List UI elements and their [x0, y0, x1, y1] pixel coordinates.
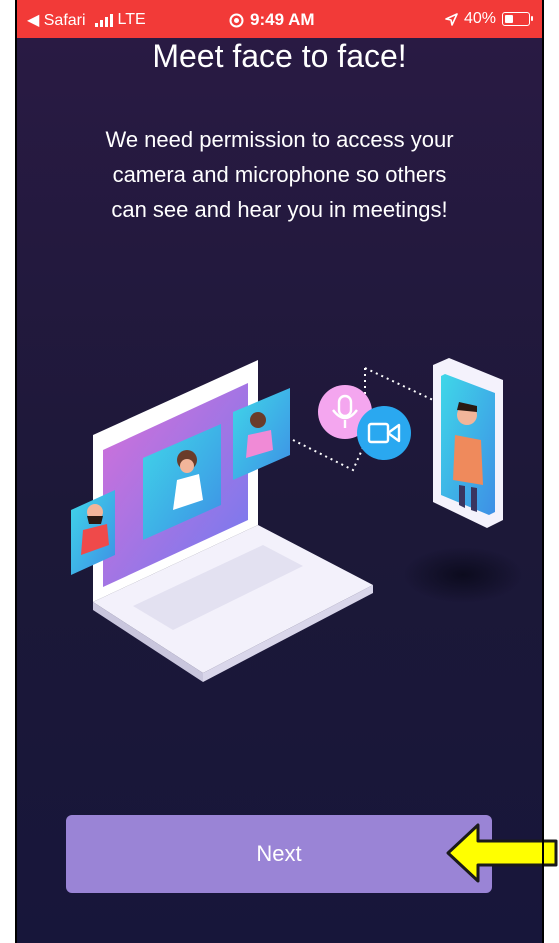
- phone-shadow: [403, 547, 523, 603]
- description-line: We need permission to access your: [105, 127, 454, 152]
- description-line: camera and microphone so others: [112, 162, 447, 187]
- status-left[interactable]: ◀ Safari LTE: [27, 10, 146, 30]
- meeting-illustration: [71, 358, 523, 682]
- status-bar: ◀ Safari LTE 9:49 AM 40%: [15, 0, 544, 38]
- description-line: can see and hear you in meetings!: [111, 197, 448, 222]
- page-title: Meet face to face!: [152, 38, 407, 74]
- next-button[interactable]: Next: [66, 815, 492, 893]
- network-type: LTE: [117, 11, 146, 28]
- arrow-pointer-icon: [446, 823, 558, 883]
- battery-percent: 40%: [463, 10, 496, 27]
- clock-icon: [229, 13, 244, 27]
- permission-description: We need permission to access your camera…: [65, 122, 494, 227]
- back-to-safari[interactable]: ◀ Safari: [27, 10, 86, 30]
- phone-screen: ◀ Safari LTE 9:49 AM 40% Meet face to fa…: [15, 0, 544, 943]
- status-time-group: 9:49 AM: [229, 10, 315, 30]
- location-icon: [445, 12, 458, 26]
- battery-icon: [502, 12, 533, 26]
- signal-icon: [94, 13, 113, 27]
- video-camera-icon: [357, 406, 411, 460]
- status-time: 9:49 AM: [250, 10, 315, 29]
- status-right: 40%: [445, 10, 533, 28]
